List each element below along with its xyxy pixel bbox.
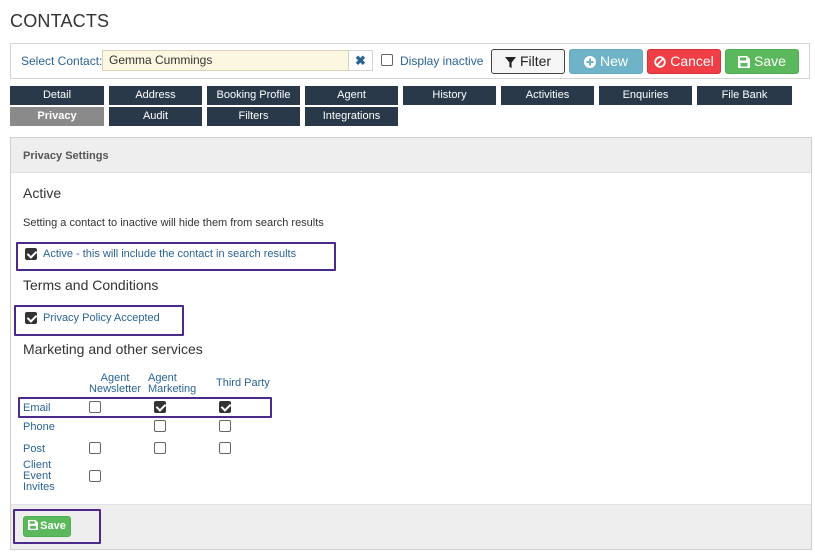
tab-file-bank[interactable]: File Bank xyxy=(697,86,792,105)
active-heading: Active xyxy=(23,185,62,201)
panel-save-button[interactable]: Save xyxy=(23,516,71,537)
col-agent-marketing: Agent Marketing xyxy=(148,373,204,395)
email-agent-marketing-checkbox[interactable] xyxy=(154,401,166,413)
col-agent-newsletter: Agent Newsletter xyxy=(87,373,143,395)
filter-icon xyxy=(504,57,516,68)
cancel-button[interactable]: Cancel xyxy=(647,49,721,74)
active-description: Setting a contact to inactive will hide … xyxy=(23,217,324,229)
save-button[interactable]: Save xyxy=(725,49,799,74)
tab-activities[interactable]: Activities xyxy=(501,86,594,105)
row-label-post: Post xyxy=(23,443,46,455)
tab-detail[interactable]: Detail xyxy=(10,86,104,105)
col-third-party: Third Party xyxy=(216,377,270,389)
tab-integrations[interactable]: Integrations xyxy=(305,107,398,126)
new-button[interactable]: New xyxy=(569,49,643,74)
floppy-disk-icon xyxy=(28,520,39,530)
panel-footer xyxy=(11,504,811,549)
clear-contact-icon[interactable]: ✖ xyxy=(349,50,373,71)
client-event-invites-agent-newsletter-checkbox[interactable] xyxy=(89,470,101,482)
contact-select-input[interactable]: Gemma Cummings xyxy=(102,50,349,71)
col-agent-marketing-line2: Marketing xyxy=(148,383,197,395)
tab-history[interactable]: History xyxy=(403,86,496,105)
phone-agent-marketing-checkbox[interactable] xyxy=(154,420,166,432)
privacy-policy-checkbox[interactable] xyxy=(25,312,37,324)
tab-filters[interactable]: Filters xyxy=(207,107,300,126)
contact-toolbar: Select Contact: Gemma Cummings ✖ Display… xyxy=(10,43,810,79)
row-label-invites: Invites xyxy=(23,481,55,493)
tab-audit[interactable]: Audit xyxy=(109,107,202,126)
ban-icon xyxy=(654,56,666,68)
email-agent-newsletter-checkbox[interactable] xyxy=(89,401,101,413)
tab-agent[interactable]: Agent xyxy=(305,86,398,105)
active-checkbox[interactable] xyxy=(25,248,37,260)
terms-heading: Terms and Conditions xyxy=(23,277,159,293)
panel-save-label: Save xyxy=(40,520,66,532)
floppy-disk-icon xyxy=(738,56,751,68)
marketing-heading: Marketing and other services xyxy=(23,341,203,357)
privacy-settings-panel: Privacy Settings Active Setting a contac… xyxy=(10,137,812,550)
cancel-button-label: Cancel xyxy=(670,53,714,69)
new-button-label: New xyxy=(599,53,628,69)
tab-booking-profile[interactable]: Booking Profile xyxy=(207,86,300,105)
panel-title: Privacy Settings xyxy=(11,138,811,173)
row-label-phone: Phone xyxy=(23,421,55,433)
post-agent-marketing-checkbox[interactable] xyxy=(154,442,166,454)
tab-enquiries[interactable]: Enquiries xyxy=(599,86,692,105)
page-title: CONTACTS xyxy=(10,11,110,31)
email-row-highlight-box xyxy=(18,397,272,418)
post-third-party-checkbox[interactable] xyxy=(219,442,231,454)
row-label-email: Email xyxy=(23,402,51,414)
row-label-client-event-invites: Client Event Invites xyxy=(23,460,55,493)
filter-button[interactable]: Filter xyxy=(491,49,565,74)
filter-button-label: Filter xyxy=(519,53,552,69)
privacy-policy-label[interactable]: Privacy Policy Accepted xyxy=(43,312,160,324)
display-inactive-label[interactable]: Display inactive xyxy=(400,54,483,68)
display-inactive-checkbox[interactable] xyxy=(381,54,393,66)
active-checkbox-label[interactable]: Active - this will include the contact i… xyxy=(43,248,296,260)
save-button-label: Save xyxy=(754,53,786,69)
email-third-party-checkbox[interactable] xyxy=(219,401,231,413)
select-contact-label: Select Contact: xyxy=(21,54,103,68)
col-agent-newsletter-line2: Newsletter xyxy=(89,383,141,395)
tab-address[interactable]: Address xyxy=(109,86,202,105)
tab-privacy[interactable]: Privacy xyxy=(10,107,104,126)
phone-third-party-checkbox[interactable] xyxy=(219,420,231,432)
plus-circle-icon xyxy=(583,56,596,68)
post-agent-newsletter-checkbox[interactable] xyxy=(89,442,101,454)
